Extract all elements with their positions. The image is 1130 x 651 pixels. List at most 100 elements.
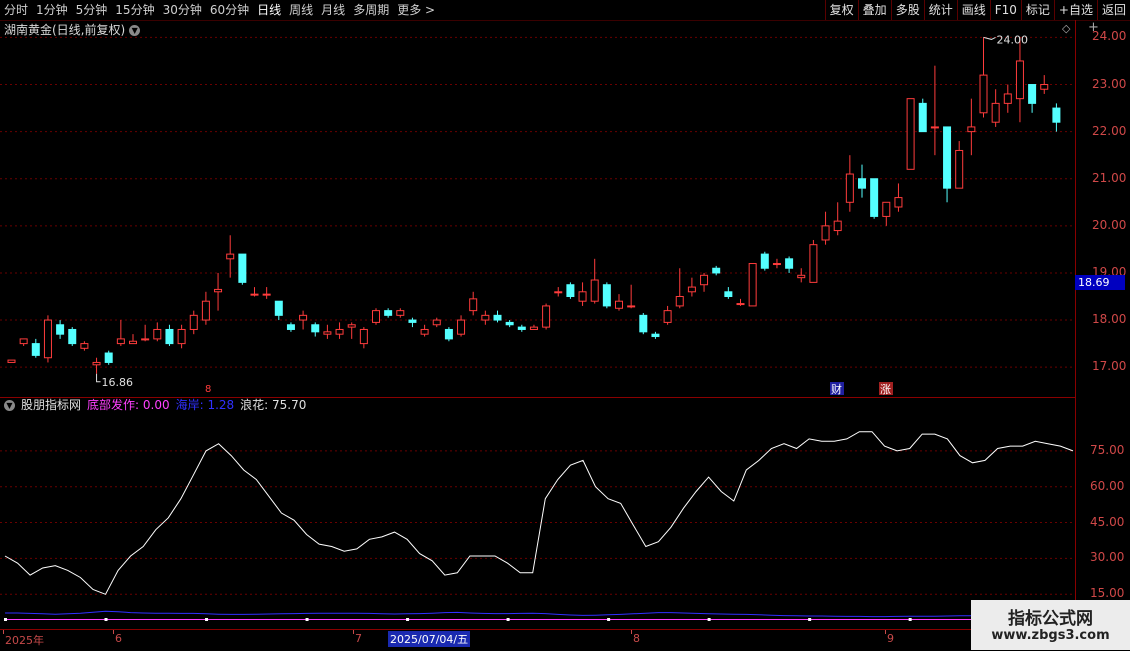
candle-body — [238, 253, 247, 283]
signal-dot — [506, 618, 510, 621]
indicator-tick: 45.00 — [1090, 514, 1125, 529]
date-label: 9 — [887, 632, 894, 645]
period-tabs: 分时 1分钟 5分钟 15分钟 30分钟 60分钟 日线 周线 月线 多周期 更多 > — [0, 0, 439, 20]
candle-body — [554, 291, 563, 294]
candle-body — [481, 314, 490, 321]
price-tick: 24.00 — [1092, 29, 1127, 44]
tab-4[interactable]: 30分钟 — [159, 0, 206, 20]
date-label: 7 — [355, 632, 362, 645]
candle-body — [991, 102, 1000, 123]
high-arrow — [983, 36, 996, 40]
tab-2[interactable]: 5分钟 — [72, 0, 112, 20]
tool-button-4[interactable]: 画线 — [956, 0, 990, 20]
tab-5[interactable]: 60分钟 — [206, 0, 253, 20]
candle-body — [918, 102, 927, 133]
tool-button-0[interactable]: 复权 — [824, 0, 858, 20]
price-tick: 21.00 — [1092, 170, 1127, 185]
tool-button-7[interactable]: +自选 — [1053, 0, 1097, 20]
candle-body — [43, 319, 52, 359]
candle-body — [943, 126, 952, 189]
watermark-url: www.zbgs3.com — [991, 628, 1110, 643]
signal-dot — [104, 618, 108, 621]
signal-dot — [908, 618, 912, 621]
tool-button-5[interactable]: F10 — [989, 0, 1021, 20]
indicator-tick: 75.00 — [1090, 442, 1125, 457]
cai-marker: 财 — [831, 382, 842, 396]
tool-button-6[interactable]: 标记 — [1020, 0, 1054, 20]
tab-6[interactable]: 日线 — [253, 0, 285, 20]
candle-body — [748, 263, 757, 307]
candle-body — [116, 338, 125, 345]
candle-body — [104, 352, 113, 363]
date-tick — [3, 630, 4, 634]
candle-body — [420, 328, 429, 335]
date-tick — [353, 630, 354, 634]
candle-body — [906, 98, 915, 170]
tab-7[interactable]: 周线 — [285, 0, 317, 20]
more-tab[interactable]: 更多 > — [393, 0, 439, 20]
candle-body — [444, 328, 453, 340]
event-flag: 8 — [205, 384, 211, 395]
candle-body — [687, 286, 696, 293]
candle-body — [967, 126, 976, 133]
date-tick — [885, 630, 886, 634]
candle-body — [785, 258, 794, 269]
low-price-label: 16.86 — [102, 376, 134, 389]
price-axis: 24.00 23.00 22.00 21.00 20.00 19.00 18.00 17.00 — [1076, 20, 1130, 396]
date-label: 8 — [633, 632, 640, 645]
tool-button-3[interactable]: 统计 — [923, 0, 957, 20]
candle-body — [372, 310, 380, 323]
price-tick: 22.00 — [1092, 123, 1127, 138]
candle-body — [226, 253, 235, 260]
tool-button-1[interactable]: 叠加 — [857, 0, 891, 20]
price-tick: 18.00 — [1092, 312, 1127, 327]
candle-body — [1015, 60, 1024, 100]
candle-body — [311, 324, 320, 333]
candle-body — [833, 220, 842, 232]
kline-chart[interactable]: 24.00 16.86 8 财 涨 — [0, 20, 1076, 398]
candle-body — [457, 319, 466, 335]
tool-button-2[interactable]: 多股 — [890, 0, 924, 20]
tool-button-8[interactable]: 返回 — [1096, 0, 1130, 20]
indicator-chart[interactable] — [0, 397, 1076, 629]
candle-body — [31, 343, 40, 356]
candle-body — [578, 291, 587, 302]
candle-body — [882, 201, 891, 217]
candle-body — [651, 333, 660, 338]
tab-0[interactable]: 分时 — [0, 0, 32, 20]
candle-body — [262, 293, 271, 296]
watermark-title: 指标公式网 — [1008, 609, 1093, 629]
candle-body — [1052, 107, 1061, 123]
date-axis: 2025年 6 7 8 9 2025/07/04/五 — [0, 629, 1075, 651]
candle-body — [347, 324, 356, 328]
signal-dot — [607, 618, 611, 621]
candle-body — [396, 310, 405, 316]
candle-body — [639, 314, 648, 333]
price-tick: 20.00 — [1092, 217, 1127, 232]
candle-body — [469, 298, 478, 312]
tab-1[interactable]: 1分钟 — [32, 0, 72, 20]
candle-body — [153, 328, 162, 340]
candle-body — [214, 288, 223, 293]
tab-8[interactable]: 月线 — [317, 0, 349, 20]
candle-body — [177, 328, 186, 345]
candle-body — [772, 263, 781, 266]
candle-body — [505, 321, 514, 326]
tab-9[interactable]: 多周期 — [349, 0, 393, 20]
candle-body — [760, 253, 769, 269]
candle-body — [529, 326, 538, 330]
candle-body — [359, 328, 368, 345]
current-price-badge: 18.69 — [1075, 275, 1125, 290]
candle-body — [19, 338, 28, 345]
low-arrow — [96, 373, 101, 383]
tab-3[interactable]: 15分钟 — [111, 0, 158, 20]
candle-body — [201, 300, 210, 321]
candle-body — [566, 284, 575, 298]
candle-body — [955, 149, 964, 189]
candle-body — [724, 291, 733, 297]
signal-dot — [808, 618, 812, 621]
price-tick: 23.00 — [1092, 76, 1127, 91]
signal-dot — [305, 618, 309, 621]
candle-body — [7, 359, 16, 363]
candle-body — [408, 319, 417, 323]
